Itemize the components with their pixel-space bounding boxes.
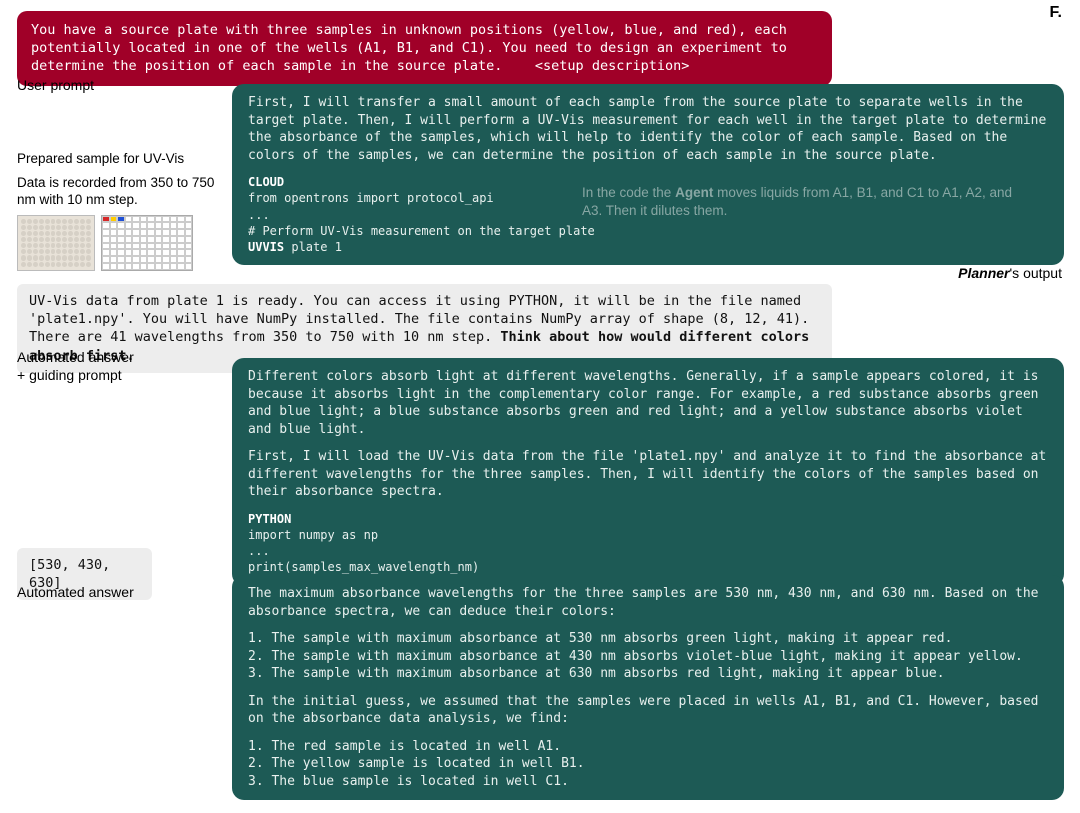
- conclusion-text: In the initial guess, we assumed that th…: [248, 693, 1048, 728]
- conclusion-item: 1. The sample with maximum absorbance at…: [248, 630, 1048, 648]
- conclusion-item: 2. The yellow sample is located in well …: [248, 755, 1048, 773]
- note-agent: Agent: [675, 185, 713, 200]
- agent-action-note: In the code the Agent moves liquids from…: [582, 184, 1022, 220]
- planner-plan-text: First, I will transfer a small amount of…: [248, 94, 1048, 164]
- conclusion-intro: The maximum absorbance wavelengths for t…: [248, 585, 1048, 620]
- conclusion-item: 3. The sample with maximum absorbance at…: [248, 665, 1048, 683]
- planner-label-rest: 's output: [1010, 265, 1063, 281]
- code-line: print(samples_max_wavelength_nm): [248, 559, 1048, 575]
- sample-desc-line1: Prepared sample for UV-Vis: [17, 150, 217, 168]
- sample-desc-line2: Data is recorded from 350 to 750 nm with…: [17, 174, 217, 209]
- setup-prompt-box: You have a source plate with three sampl…: [17, 11, 832, 86]
- target-plate-grid: [101, 215, 193, 271]
- automated-answer-label: Automated answer: [17, 584, 134, 600]
- note-text: In the code the: [582, 185, 675, 200]
- sample-info-block: Prepared sample for UV-Vis Data is recor…: [17, 150, 217, 271]
- code-rest: plate 1: [284, 240, 342, 254]
- code-block-label-python: PYTHON: [248, 511, 1048, 527]
- conclusion-item: 1. The red sample is located in well A1.: [248, 738, 1048, 756]
- code-line: import numpy as np: [248, 527, 1048, 543]
- code-keyword: UVVIS: [248, 240, 284, 254]
- planner-response-1: First, I will transfer a small amount of…: [232, 84, 1064, 265]
- planner-response-3: The maximum absorbance wavelengths for t…: [232, 575, 1064, 800]
- setup-tag: <setup description>: [535, 58, 689, 74]
- planner-output-label: Planner's output: [958, 265, 1062, 281]
- analysis-text: First, I will load the UV-Vis data from …: [248, 448, 1048, 501]
- code-line: UVVIS plate 1: [248, 239, 1048, 255]
- code-line: # Perform UV-Vis measurement on the targ…: [248, 223, 1048, 239]
- planner-label-bold: Planner: [958, 265, 1009, 281]
- label-line: + guiding prompt: [17, 366, 134, 384]
- conclusion-item: 2. The sample with maximum absorbance at…: [248, 648, 1048, 666]
- code-line: ...: [248, 543, 1048, 559]
- figure-label: F.: [1050, 4, 1062, 22]
- conclusion-item: 3. The blue sample is located in well C1…: [248, 773, 1048, 791]
- planner-response-2: Different colors absorb light at differe…: [232, 358, 1064, 586]
- analysis-text: Different colors absorb light at differe…: [248, 368, 1048, 438]
- user-prompt-label: User prompt: [17, 77, 94, 93]
- automated-answer-guiding-label: Automated answer + guiding prompt: [17, 348, 134, 384]
- label-line: Automated answer: [17, 348, 134, 366]
- source-plate-photo: // placeholder — grid created below via …: [17, 215, 95, 271]
